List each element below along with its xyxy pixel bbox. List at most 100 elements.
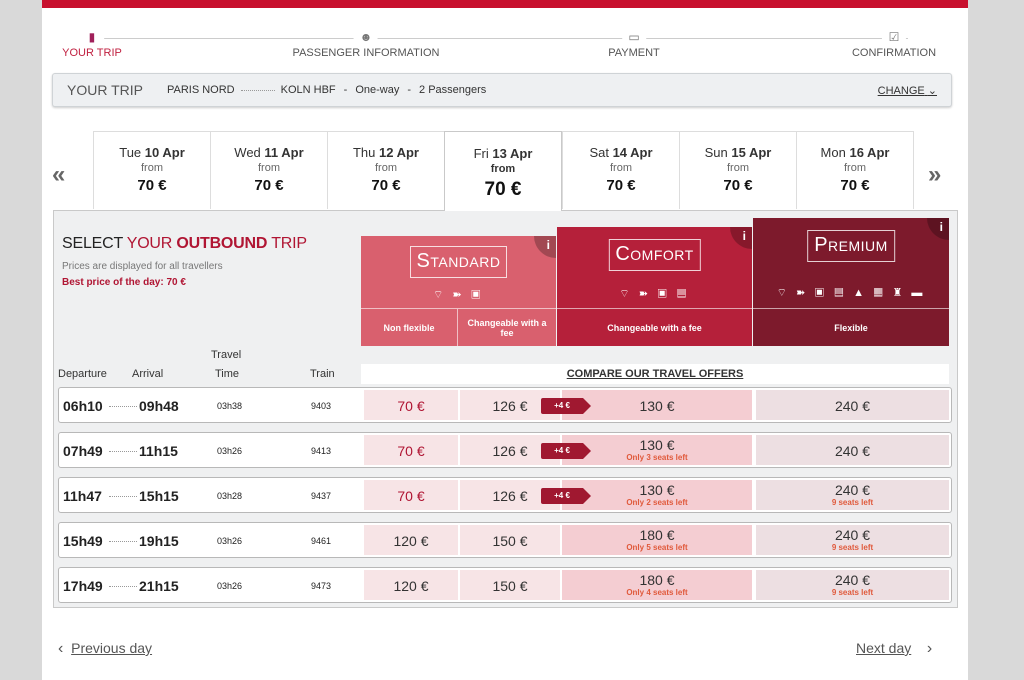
- offer-name: Comfort: [608, 239, 701, 271]
- compare-offers-link[interactable]: COMPARE OUR TRAVEL OFFERS: [361, 364, 949, 384]
- from-label: from: [610, 162, 632, 174]
- date-tab-label: Thu 12 Apr: [328, 145, 444, 160]
- date-tab-wed-11-apr[interactable]: Wed 11 Apr from 70 €: [210, 131, 328, 209]
- date: 12 Apr: [379, 145, 419, 160]
- arrival-time: 19h15: [139, 533, 179, 549]
- price: 120 €: [393, 533, 429, 549]
- chevron-down-icon: ⌄: [927, 84, 937, 97]
- price: 70 €: [397, 443, 425, 459]
- upgrade-tag: +4 €: [541, 488, 591, 504]
- offer-sub-non-flexible: Non flexible: [361, 308, 458, 346]
- info-icon[interactable]: i: [927, 218, 949, 240]
- date-tab-sat-14-apr[interactable]: Sat 14 Apr from 70 €: [562, 131, 680, 209]
- date-tab-fri-13-apr-selected[interactable]: Fri 13 Apr from 70 €: [444, 131, 562, 211]
- step-label: PASSENGER INFORMATION: [292, 47, 440, 59]
- price-premium[interactable]: 240 €: [756, 435, 949, 465]
- arrival-time: 21h15: [139, 578, 179, 594]
- weekday: Mon: [820, 145, 846, 160]
- price-comfort[interactable]: 180 € Only 5 seats left: [562, 525, 752, 555]
- price: 240 €: [834, 443, 871, 459]
- offer-name: Standard: [409, 246, 508, 278]
- arrival-time: 09h48: [139, 398, 179, 414]
- next-dates-arrow[interactable]: »: [928, 161, 941, 189]
- step-confirmation[interactable]: ☑ CONFIRMATION: [852, 30, 936, 59]
- checkbox-icon: ☑: [882, 30, 906, 44]
- amenities-icons: ⌔ ➽ ▣ ▤: [619, 288, 690, 300]
- price-standard-non-flexible[interactable]: 70 €: [364, 435, 458, 465]
- price-standard-non-flexible[interactable]: 120 €: [364, 570, 458, 600]
- date: 14 Apr: [612, 145, 653, 160]
- step-your-trip[interactable]: ▮ YOUR TRIP: [62, 30, 122, 59]
- table-row: 06h10 09h48 03h38 9403 70 € 126 € +4 € 1…: [58, 387, 952, 423]
- date-tab-label: Sat 14 Apr: [563, 145, 679, 160]
- next-day-link[interactable]: Next day: [856, 640, 911, 656]
- previous-day-nav[interactable]: ‹ Previous day: [58, 640, 152, 658]
- progress-steps: ▮ YOUR TRIP ☻ PASSENGER INFORMATION ▭ PA…: [42, 8, 968, 68]
- price-standard-non-flexible[interactable]: 70 €: [364, 390, 458, 420]
- travel-time: 03h26: [217, 446, 243, 456]
- upgrade-tag: +4 €: [541, 443, 591, 459]
- previous-day-link[interactable]: Previous day: [71, 640, 152, 656]
- train-number: 9403: [311, 401, 332, 411]
- date-tab-label: Wed 11 Apr: [211, 145, 327, 160]
- price-premium[interactable]: 240 €: [756, 390, 949, 420]
- top-brand-bar: [42, 0, 968, 8]
- title-part: TRIP: [267, 235, 307, 252]
- amenities-icons: ⌔ ➽ ▣: [432, 289, 484, 301]
- date-tab-tue-10-apr[interactable]: Tue 10 Apr from 70 €: [93, 131, 211, 209]
- change-trip-button[interactable]: CHANGE ⌄: [878, 84, 937, 97]
- date-tab-label: Sun 15 Apr: [680, 145, 796, 160]
- step-label: CONFIRMATION: [851, 47, 937, 59]
- price-comfort[interactable]: 180 € Only 4 seats left: [562, 570, 752, 600]
- departure-time: 06h10: [63, 398, 103, 414]
- price-standard-non-flexible[interactable]: 120 €: [364, 525, 458, 555]
- date-tab-mon-16-apr[interactable]: Mon 16 Apr from 70 €: [796, 131, 914, 209]
- destination-station: KOLN HBF: [280, 84, 336, 96]
- price: 70 €: [397, 488, 425, 504]
- price-standard-non-flexible[interactable]: 70 €: [364, 480, 458, 510]
- travel-time: 03h26: [217, 581, 243, 591]
- step-payment[interactable]: ▭ PAYMENT: [608, 30, 660, 59]
- price-premium[interactable]: 240 €9 seats left: [756, 570, 949, 600]
- seats-left-note: 9 seats left: [831, 588, 874, 597]
- info-icon[interactable]: i: [534, 236, 556, 258]
- route-connector: [240, 89, 275, 91]
- step-passenger-information[interactable]: ☻ PASSENGER INFORMATION: [292, 30, 440, 59]
- train-number: 9437: [311, 491, 332, 501]
- date-price: 70 €: [254, 177, 284, 194]
- date-price: 70 €: [840, 177, 870, 194]
- date-selector: « Tue 10 Apr from 70 € Wed 11 Apr from 7…: [42, 131, 968, 211]
- offer-comfort: Comfort ⌔ ➽ ▣ ▤ i Changeable with a fee: [557, 227, 752, 346]
- arrival-time: 11h15: [139, 443, 178, 459]
- amenities-icons: ⌔ ➽ ▣ ▤ ▲ ▦ ♜ ▬: [776, 287, 926, 299]
- weekday: Tue: [119, 145, 142, 160]
- weekday: Wed: [234, 145, 261, 160]
- separator: -: [343, 84, 348, 96]
- trip-summary-title: YOUR TRIP: [67, 82, 143, 98]
- route-connector: [109, 541, 137, 542]
- info-icon[interactable]: i: [730, 227, 752, 249]
- passenger-count: 2 Passengers: [419, 84, 487, 96]
- date-tab-thu-12-apr[interactable]: Thu 12 Apr from 70 €: [327, 131, 445, 209]
- date-price: 70 €: [137, 177, 167, 194]
- price-premium[interactable]: 240 €9 seats left: [756, 525, 949, 555]
- train-number: 9413: [311, 446, 332, 456]
- price-standard-changeable[interactable]: 150 €: [460, 570, 560, 600]
- table-row: 15h49 19h15 03h26 9461 120 € 150 € 180 €…: [58, 522, 952, 558]
- route-connector: [109, 496, 137, 497]
- previous-dates-arrow[interactable]: «: [52, 161, 65, 189]
- price-standard-changeable[interactable]: 150 €: [460, 525, 560, 555]
- table-row: 17h49 21h15 03h26 9473 120 € 150 € 180 €…: [58, 567, 952, 603]
- price: 150 €: [492, 533, 528, 549]
- origin-station: PARIS NORD: [166, 84, 235, 96]
- trip-type: One-way: [355, 84, 400, 96]
- date-tab-sun-15-apr[interactable]: Sun 15 Apr from 70 €: [679, 131, 797, 209]
- price-premium[interactable]: 240 €9 seats left: [756, 480, 949, 510]
- date-price: 70 €: [484, 179, 522, 200]
- offer-sub-changeable: Changeable with a fee: [458, 308, 556, 346]
- table-row: 07h49 11h15 03h26 9413 70 € 126 € +4 € 1…: [58, 432, 952, 468]
- trip-summary-bar: YOUR TRIP PARIS NORD KOLN HBF - One-way …: [52, 73, 952, 107]
- outbound-panel: SELECT YOUR OUTBOUND TRIP Prices are dis…: [53, 210, 958, 608]
- next-day-nav[interactable]: Next day ›: [856, 640, 932, 658]
- seats-left-note: Only 4 seats left: [626, 588, 688, 597]
